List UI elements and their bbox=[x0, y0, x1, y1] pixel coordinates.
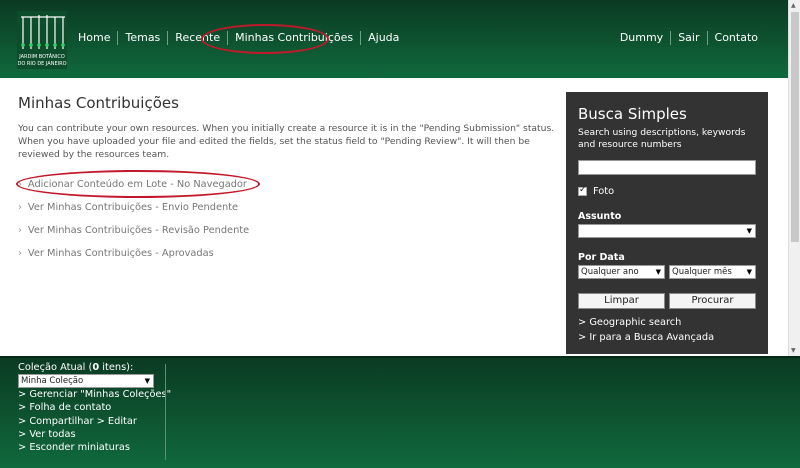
geographic-search-link[interactable]: > Geographic search bbox=[578, 317, 756, 328]
month-value: Qualquer mês bbox=[672, 267, 732, 277]
nav-ajuda[interactable]: Ajuda bbox=[361, 31, 406, 45]
date-label: Por Data bbox=[578, 252, 625, 263]
logo-line-2: DO RIO DE JANEIRO bbox=[17, 61, 66, 67]
photo-filter[interactable]: Foto bbox=[578, 185, 756, 197]
page-title: Minhas Contribuições bbox=[18, 94, 179, 112]
nav-user-dummy[interactable]: Dummy bbox=[613, 31, 670, 45]
scroll-thumb[interactable] bbox=[791, 12, 799, 242]
jardim-botanico-logo[interactable]: JARDIM BOTÂNICO DO RIO DE JANEIRO bbox=[17, 11, 67, 69]
chevron-right-icon: › bbox=[18, 225, 22, 236]
search-button[interactable]: Procurar bbox=[669, 293, 756, 309]
page-scrollbar[interactable]: ▲ ▼ bbox=[788, 0, 800, 356]
dropdown-arrow-icon: ▼ bbox=[655, 268, 661, 276]
collection-panel: Coleção Atual (0 itens): Minha Coleção ▼… bbox=[18, 362, 171, 454]
simple-search-panel: Busca Simples Search using descriptions,… bbox=[566, 92, 768, 354]
search-buttons: Limpar Procurar bbox=[578, 293, 756, 309]
nav-temas[interactable]: Temas bbox=[118, 31, 167, 45]
chevron-right-icon: › bbox=[18, 179, 22, 190]
user-nav: Dummy Sair Contato bbox=[613, 31, 765, 45]
collection-bar: Coleção Atual (0 itens): Minha Coleção ▼… bbox=[0, 356, 800, 468]
month-select[interactable]: Qualquer mês ▼ bbox=[669, 265, 756, 279]
logo-line-1: JARDIM BOTÂNICO bbox=[18, 53, 65, 60]
view-all-link[interactable]: > Ver todas bbox=[18, 428, 171, 441]
nav-recente[interactable]: Recente bbox=[168, 31, 227, 45]
chevron-right-icon: › bbox=[18, 248, 22, 259]
contact-sheet-link[interactable]: > Folha de contato bbox=[18, 401, 171, 414]
subject-label: Assunto bbox=[578, 211, 622, 222]
year-select[interactable]: Qualquer ano ▼ bbox=[578, 265, 665, 279]
link-label: Ver Minhas Contribuições - Envio Pendent… bbox=[27, 202, 239, 213]
collection-title-suffix: itens): bbox=[99, 362, 134, 373]
link-batch-upload[interactable]: › Adicionar Conteúdo em Lote - No Navegad… bbox=[18, 178, 318, 201]
nav-sair[interactable]: Sair bbox=[671, 31, 706, 45]
contribution-links: › Adicionar Conteúdo em Lote - No Navegad… bbox=[18, 178, 318, 270]
subject-select[interactable]: ▼ bbox=[578, 224, 756, 238]
search-title: Busca Simples bbox=[578, 105, 687, 123]
scroll-down-icon[interactable]: ▼ bbox=[791, 347, 796, 354]
scroll-up-icon[interactable]: ▲ bbox=[791, 2, 796, 9]
dropdown-arrow-icon: ▼ bbox=[746, 268, 752, 276]
main-nav: Home Temas Recente Minhas Contribuições … bbox=[71, 31, 406, 45]
link-pending-review[interactable]: › Ver Minhas Contribuições - Revisão Pend… bbox=[18, 224, 318, 247]
main-content: Minhas Contribuições You can contribute … bbox=[18, 94, 558, 161]
link-label: Ver Minhas Contribuições - Aprovadas bbox=[27, 248, 214, 259]
share-edit-links[interactable]: > Compartilhar > Editar bbox=[18, 415, 171, 428]
link-label: Adicionar Conteúdo em Lote - No Navegado… bbox=[27, 179, 247, 190]
collection-title-prefix: Coleção Atual ( bbox=[18, 362, 93, 373]
search-input[interactable] bbox=[578, 160, 756, 175]
intro-text: You can contribute your own resources. W… bbox=[18, 123, 555, 160]
dropdown-arrow-icon: ▼ bbox=[746, 227, 752, 235]
year-value: Qualquer ano bbox=[581, 267, 639, 277]
collection-selected: Minha Coleção bbox=[21, 376, 84, 386]
dropdown-arrow-icon: ▼ bbox=[144, 377, 150, 385]
collection-title: Coleção Atual (0 itens): bbox=[18, 362, 171, 373]
link-pending-submission[interactable]: › Ver Minhas Contribuições - Envio Penden… bbox=[18, 201, 318, 224]
nav-contato[interactable]: Contato bbox=[708, 31, 765, 45]
link-approved[interactable]: › Ver Minhas Contribuições - Aprovadas bbox=[18, 247, 318, 270]
hide-thumbnails-link[interactable]: > Esconder miniaturas bbox=[18, 441, 171, 454]
nav-home[interactable]: Home bbox=[71, 31, 117, 45]
manage-collections-link[interactable]: > Gerenciar "Minhas Coleções" bbox=[18, 388, 171, 401]
collection-divider bbox=[165, 364, 166, 460]
nav-minhas-contribuicoes[interactable]: Minhas Contribuições bbox=[228, 31, 360, 45]
photo-checkbox[interactable] bbox=[578, 185, 587, 196]
chevron-right-icon: › bbox=[18, 202, 22, 213]
header: JARDIM BOTÂNICO DO RIO DE JANEIRO Home T… bbox=[0, 0, 800, 78]
advanced-search-link[interactable]: > Ir para a Busca Avançada bbox=[578, 332, 756, 343]
clear-button[interactable]: Limpar bbox=[578, 293, 665, 309]
link-label: Ver Minhas Contribuições - Revisão Pende… bbox=[27, 225, 250, 236]
photo-label: Foto bbox=[593, 186, 615, 197]
search-description: Search using descriptions, keywords and … bbox=[578, 127, 746, 150]
collection-select[interactable]: Minha Coleção ▼ bbox=[18, 374, 154, 388]
date-selects: Qualquer ano ▼ Qualquer mês ▼ bbox=[578, 265, 756, 279]
